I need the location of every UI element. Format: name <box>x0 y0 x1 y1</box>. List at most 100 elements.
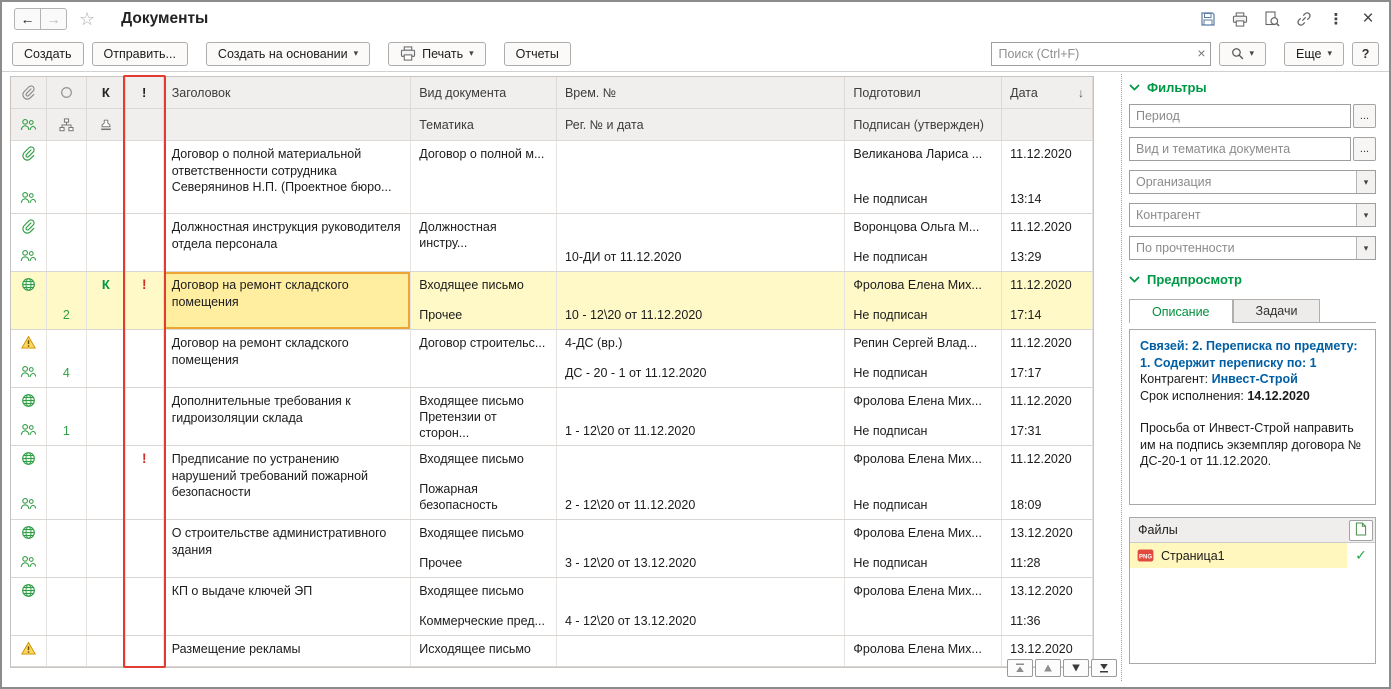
attachments-cell[interactable] <box>11 272 47 329</box>
preview-section-header[interactable]: Предпросмотр <box>1129 272 1376 287</box>
control-mark-cell[interactable] <box>87 141 126 213</box>
scroll-top-button[interactable] <box>1007 659 1033 677</box>
stamp-column-header[interactable] <box>87 109 126 140</box>
number-cell[interactable]: 4-ДС (вр.)ДС - 20 - 1 от 11.12.2020 <box>557 330 845 387</box>
date-cell[interactable]: 11.12.202018:09 <box>1002 446 1093 519</box>
doc-type-input[interactable] <box>1129 137 1351 161</box>
title-column-header[interactable]: Заголовок <box>164 77 412 108</box>
read-status-input[interactable] <box>1129 236 1376 260</box>
table-row[interactable]: Размещение рекламыИсходящее письмо Фролов… <box>11 636 1093 667</box>
table-row[interactable]: 1 Дополнительные требования к гидроизоляц… <box>11 388 1093 446</box>
attachments-cell[interactable] <box>11 578 47 635</box>
clear-search-icon[interactable]: × <box>1197 45 1205 62</box>
attachments-cell[interactable] <box>11 214 47 271</box>
date-cell[interactable]: 11.12.202017:31 <box>1002 388 1093 445</box>
importance-cell[interactable]: ! <box>126 446 164 519</box>
number-cell[interactable]: 10 - 12\20 от 11.12.2020 <box>557 272 845 329</box>
author-cell[interactable]: Воронцова Ольга М...Не подписан <box>845 214 1002 271</box>
importance-cell[interactable] <box>126 330 164 387</box>
task-count-cell[interactable]: 4 <box>47 330 87 387</box>
task-count-cell[interactable]: 1 <box>47 388 87 445</box>
create-button[interactable]: Создать <box>12 42 84 66</box>
counterparty-link[interactable]: Инвест-Строй <box>1212 372 1298 386</box>
date-cell[interactable]: 11.12.202013:29 <box>1002 214 1093 271</box>
attachments-cell[interactable] <box>11 446 47 519</box>
date-cell[interactable]: 13.12.202011:36 <box>1002 578 1093 635</box>
title-cell[interactable]: Договор о полной материальной ответствен… <box>164 141 412 213</box>
doc-type-cell[interactable]: Исходящее письмо <box>411 636 557 666</box>
author-cell[interactable]: Фролова Елена Мих...Не подписан <box>845 446 1002 519</box>
importance-cell[interactable] <box>126 636 164 666</box>
title-cell[interactable]: О строительстве административного здания <box>164 520 412 577</box>
attachments-cell[interactable] <box>11 141 47 213</box>
file-action-button[interactable] <box>1349 520 1373 541</box>
title-cell[interactable]: Договор на ремонт складского помещения <box>164 330 412 387</box>
tab-tasks[interactable]: Задачи <box>1233 299 1321 322</box>
title-cell[interactable]: Размещение рекламы <box>164 636 412 666</box>
importance-cell[interactable] <box>126 520 164 577</box>
importance-cell[interactable] <box>126 578 164 635</box>
period-input[interactable] <box>1129 104 1351 128</box>
filters-section-header[interactable]: Фильтры <box>1129 80 1376 95</box>
number-cell[interactable]: 10-ДИ от 11.12.2020 <box>557 214 845 271</box>
organization-input[interactable] <box>1129 170 1376 194</box>
number-cell[interactable]: 4 - 12\20 от 13.12.2020 <box>557 578 845 635</box>
scroll-bottom-button[interactable] <box>1091 659 1117 677</box>
temp-number-column-header[interactable]: Врем. № <box>557 77 845 108</box>
doc-type-cell[interactable]: Входящее письмоПрочее <box>411 520 557 577</box>
task-count-cell[interactable] <box>47 636 87 666</box>
sort-descending-icon[interactable]: ↓ <box>1078 86 1084 100</box>
date-cell[interactable]: 13.12.202011:28 <box>1002 520 1093 577</box>
control-mark-cell[interactable] <box>87 388 126 445</box>
table-row[interactable]: Договор о полной материальной ответствен… <box>11 141 1093 214</box>
theme-column-header[interactable]: Тематика <box>411 109 557 140</box>
send-button[interactable]: Отправить... <box>92 42 188 66</box>
control-mark-cell[interactable] <box>87 214 126 271</box>
number-cell[interactable]: 2 - 12\20 от 11.12.2020 <box>557 446 845 519</box>
attachments-cell[interactable] <box>11 388 47 445</box>
title-cell[interactable]: Дополнительные требования к гидроизоляци… <box>164 388 412 445</box>
title-cell[interactable]: Должностная инструкция руководителя отде… <box>164 214 412 271</box>
status-column-header[interactable] <box>47 77 87 108</box>
author-cell[interactable]: Фролова Елена Мих...Не подписан <box>845 272 1002 329</box>
print-menu-button[interactable]: Печать▾ <box>388 42 485 66</box>
table-row[interactable]: КП о выдаче ключей ЭПВходящее письмоКомм… <box>11 578 1093 636</box>
number-cell[interactable]: 3 - 12\20 от 13.12.2020 <box>557 520 845 577</box>
attachments-cell[interactable] <box>11 520 47 577</box>
doc-type-cell[interactable]: Входящее письмоПожарная безопасность <box>411 446 557 519</box>
more-menu-icon[interactable]: ⋮ <box>1327 10 1345 28</box>
author-cell[interactable]: Фролова Елена Мих...Не подписан <box>845 520 1002 577</box>
attachments-cell[interactable] <box>11 330 47 387</box>
doc-type-cell[interactable]: Должностная инстру... <box>411 214 557 271</box>
table-row[interactable]: О строительстве административного здания… <box>11 520 1093 578</box>
date-cell[interactable]: 11.12.202017:17 <box>1002 330 1093 387</box>
task-count-cell[interactable] <box>47 520 87 577</box>
search-input[interactable] <box>991 42 1211 66</box>
importance-cell[interactable] <box>126 388 164 445</box>
importance-cell[interactable]: ! <box>126 272 164 329</box>
control-mark-cell[interactable] <box>87 578 126 635</box>
file-name-area[interactable]: PNG Страница1 <box>1130 543 1347 568</box>
doc-type-select-button[interactable]: ... <box>1353 137 1376 161</box>
favorite-star-icon[interactable]: ☆ <box>79 9 95 30</box>
attachments-cell[interactable] <box>11 636 47 666</box>
doc-type-cell[interactable]: Договор о полной м... <box>411 141 557 213</box>
date-cell[interactable]: 11.12.202017:14 <box>1002 272 1093 329</box>
author-cell[interactable]: Фролова Елена Мих... <box>845 636 1002 666</box>
scroll-up-button[interactable] <box>1035 659 1061 677</box>
number-cell[interactable] <box>557 141 845 213</box>
importance-cell[interactable] <box>126 214 164 271</box>
reg-number-column-header[interactable]: Рег. № и дата <box>557 109 845 140</box>
doc-type-cell[interactable]: Входящее письмоПрочее <box>411 272 557 329</box>
control-mark-cell[interactable] <box>87 446 126 519</box>
task-count-cell[interactable]: 2 <box>47 272 87 329</box>
author-column-header[interactable]: Подготовил <box>845 77 1002 108</box>
importance-cell[interactable] <box>126 141 164 213</box>
author-cell[interactable]: Репин Сергей Влад...Не подписан <box>845 330 1002 387</box>
title-cell[interactable]: КП о выдаче ключей ЭП <box>164 578 412 635</box>
hierarchy-column-header[interactable] <box>47 109 87 140</box>
attachment-column-header[interactable] <box>11 77 47 108</box>
control-mark-cell[interactable] <box>87 520 126 577</box>
counterparty-dropdown-button[interactable]: ▾ <box>1356 204 1375 226</box>
period-select-button[interactable]: ... <box>1353 104 1376 128</box>
